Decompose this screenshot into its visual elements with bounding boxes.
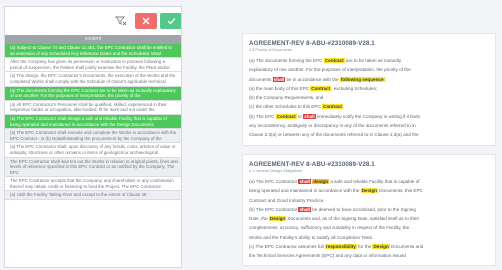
- close-icon: [142, 17, 150, 25]
- card-body: (a) The documents forming the EPC Contra…: [249, 56, 489, 140]
- card-title: AGREEMENT-REV 8-ABU-#2310089-V28.1: [249, 161, 375, 168]
- clause-row[interactable]: (a) All EPC Contractor's Personnel shall…: [5, 100, 181, 115]
- card-line: (a) The documents forming the EPC Contra…: [249, 56, 489, 65]
- obligation-highlight: shall: [272, 76, 286, 82]
- card-line: (c) The EPC Contractor assumes full resp…: [249, 242, 489, 251]
- card-line: Clause 2.3(a) or between any of the docu…: [249, 130, 489, 139]
- clause-card-general-design-obligations[interactable]: AGREEMENT-REV 8-ABU-#2310089-V28.1 6.1 G…: [242, 154, 496, 266]
- confirm-button[interactable]: [160, 13, 181, 29]
- clause-row[interactable]: After the Company has given its permissi…: [5, 58, 181, 73]
- text-segment: :: [384, 76, 386, 82]
- text-segment: being operated and maintained in accorda…: [249, 188, 361, 194]
- card-line: (c) the other Schedules to this EPC Cont…: [249, 102, 489, 111]
- card-body: (a) The EPC Contractor shall design a sa…: [249, 177, 489, 261]
- card-line: being operated and maintained in accorda…: [249, 186, 489, 195]
- card-line: documents shall be in accordance with th…: [249, 75, 489, 84]
- card-line: any inconsistency, ambiguity or discrepa…: [249, 121, 489, 130]
- check-icon: [167, 18, 176, 25]
- text-segment: Documents and, as of the Signing Date, s…: [286, 216, 420, 222]
- text-segment: any inconsistency, ambiguity or discrepa…: [249, 123, 416, 129]
- keyword-highlight: following sequence: [339, 76, 385, 82]
- clause-row[interactable]: (a) The documents forming the EPC Contra…: [5, 86, 181, 101]
- card-subtitle: 6.1 General Design Obligations: [249, 169, 302, 173]
- keyword-highlight: Contract: [275, 113, 297, 119]
- card-line: Date, the Design Documents and, as of th…: [249, 214, 489, 223]
- text-segment: (a) The EPC Contractor: [249, 179, 299, 184]
- clause-row[interactable]: (a) The EPC Contractor shall design a sa…: [5, 114, 181, 130]
- filter-clear-icon: [115, 16, 127, 26]
- clause-list-panel: content (a) Subject to Clause 74 and Cla…: [4, 6, 182, 268]
- text-segment: (a) The documents forming the EPC: [249, 58, 324, 63]
- column-header[interactable]: content: [5, 35, 181, 44]
- text-segment: for the: [356, 244, 373, 250]
- text-segment: the Technical Services Agreements (EPC) …: [249, 253, 406, 259]
- obligation-highlight: shall: [298, 206, 311, 212]
- clause-rows: (a) Subject to Clause 74 and Clause 11.4…: [5, 44, 181, 201]
- text-segment: documents: [249, 76, 273, 82]
- text-segment: (a) the main body of this EPC: [249, 85, 311, 91]
- text-segment: are to be taken as mutually: [344, 58, 402, 63]
- clause-card-priority-of-documents[interactable]: AGREEMENT-REV 8-ABU-#2310089-V28.1 2.3 P…: [242, 33, 496, 146]
- text-segment: (c) The EPC Contractor assumes full: [249, 244, 325, 250]
- clause-row[interactable]: (a) The EPC Contractor shall, upon disco…: [5, 143, 181, 158]
- keyword-highlight: responsibility: [325, 244, 357, 250]
- obligation-highlight: shall: [303, 113, 316, 119]
- card-line: explanatory of one another. For the purp…: [249, 65, 489, 74]
- text-segment: (b) The EPC: [249, 113, 276, 119]
- card-line: (b) The EPC Contract or shall immediatel…: [249, 112, 489, 121]
- card-line: the Technical Services Agreements (EPC) …: [249, 251, 489, 260]
- keyword-highlight: Contract: [322, 104, 343, 110]
- filter-clear-button[interactable]: [113, 13, 129, 29]
- text-segment: completeness, accuracy, sufficiency and …: [249, 225, 410, 231]
- keyword-highlight: Contract: [323, 58, 345, 63]
- obligation-highlight: shall: [298, 179, 311, 184]
- keyword-highlight: Design: [268, 216, 287, 222]
- text-segment: be in accordance with the: [285, 76, 340, 82]
- text-segment: immediately notify the Company in writin…: [315, 113, 420, 119]
- text-segment: (b) The EPC Contractor: [249, 206, 299, 212]
- clause-row[interactable]: (a) The EPC Contractor shall execute and…: [5, 129, 181, 144]
- text-segment: ,: [342, 104, 345, 110]
- card-line: (a) The EPC Contractor shall design a sa…: [249, 177, 489, 186]
- text-segment: Documents, this EPC: [377, 188, 423, 194]
- text-segment: Works and the Facility's ability to sati…: [249, 234, 374, 240]
- card-line: (b) the Company Requirements, and: [249, 93, 489, 102]
- text-segment: be deemed to have scrutinised, prior to …: [310, 206, 416, 212]
- clause-row[interactable]: The EPC Contractor shall wait ten out th…: [5, 157, 181, 178]
- keyword-highlight: Contract: [310, 85, 332, 91]
- close-button[interactable]: [135, 13, 157, 29]
- text-segment: Date, the: [249, 216, 269, 222]
- clause-row[interactable]: (a) Until the Facility Taking-Over and e…: [5, 191, 181, 201]
- card-line: (a) the main body of this EPC Contract, …: [249, 84, 489, 93]
- text-segment: Contract and Good Industry Practice.: [249, 197, 325, 203]
- text-segment: (b) the Company Requirements, and: [249, 95, 324, 101]
- card-line: Contract and Good Industry Practice.: [249, 196, 489, 205]
- card-line: completeness, accuracy, sufficiency and …: [249, 223, 489, 232]
- text-segment: a safe and reliable Facility that is cap…: [329, 179, 420, 184]
- card-line: Works and the Facility's ability to sati…: [249, 233, 489, 242]
- card-subtitle: 2.3 Priority of Documents: [249, 48, 292, 52]
- clause-row[interactable]: The EPC Contractor accepts that the Comp…: [5, 177, 181, 192]
- text-segment: explanatory of one another. For the purp…: [249, 67, 411, 73]
- text-segment: , excluding Schedules;: [331, 85, 378, 91]
- keyword-highlight: Design: [372, 244, 390, 250]
- text-segment: (c) the other Schedules to this EPC: [249, 104, 323, 110]
- panel-toolbar: [5, 7, 181, 35]
- clause-row[interactable]: (a) Subject to Clause 74 and Clause 11.4…: [5, 44, 181, 59]
- keyword-highlight: design: [312, 179, 330, 184]
- card-line: (b) The EPC Contractor shall be deemed t…: [249, 205, 489, 214]
- card-title: AGREEMENT-REV 8-ABU-#2310089-V28.1: [249, 40, 375, 47]
- text-segment: Documents and: [389, 244, 424, 250]
- text-segment: Clause 2.3(a) or between any of the docu…: [249, 132, 419, 138]
- keyword-highlight: Design: [360, 188, 378, 194]
- clause-row[interactable]: (a) The design, the EPC Contractor's Doc…: [5, 72, 181, 87]
